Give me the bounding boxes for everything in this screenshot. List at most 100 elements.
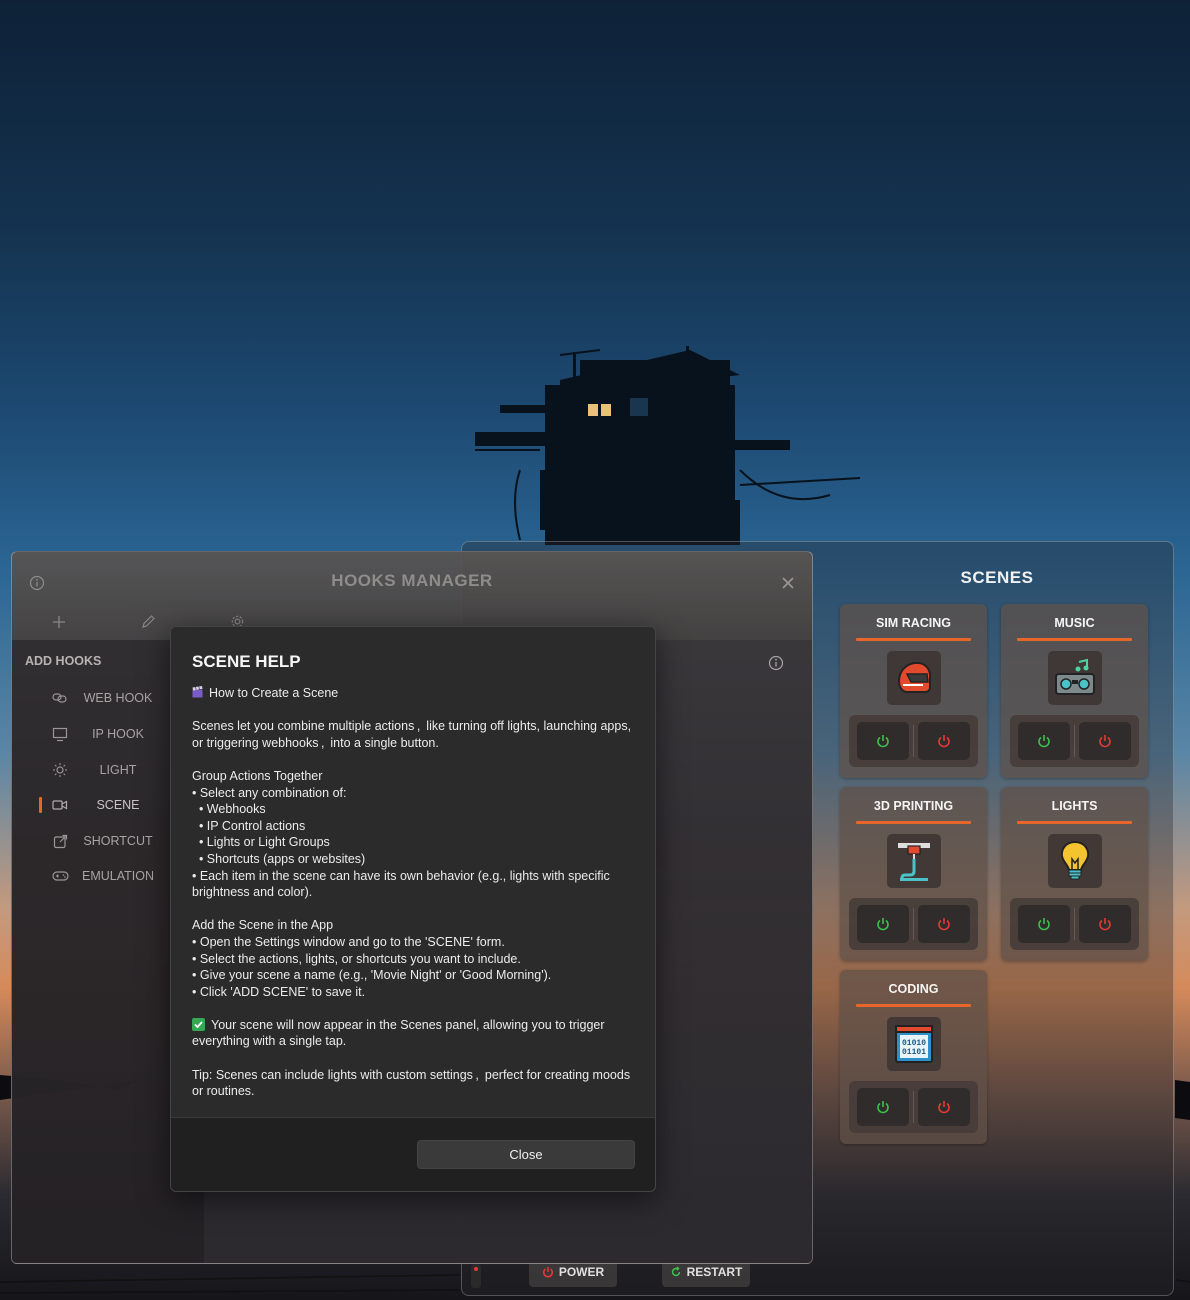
add-line: • Click 'ADD SCENE' to save it. xyxy=(192,984,366,999)
group-line: brightness and color). xyxy=(192,885,313,900)
close-button[interactable]: Close xyxy=(417,1140,635,1169)
gamepad-icon xyxy=(50,870,70,882)
restart-icon xyxy=(671,1266,680,1277)
scene-name: 3D PRINTING xyxy=(873,799,954,813)
group-line: • IP Control actions xyxy=(192,818,306,833)
add-line: • Select the actions, lights, or shortcu… xyxy=(192,951,521,966)
monitor-icon xyxy=(50,727,70,742)
scene-card-coding: CODING 01010 01101 xyxy=(840,970,987,1144)
add-heading: Add the Scene in the App xyxy=(192,918,334,933)
active-indicator xyxy=(39,797,42,813)
scene-card-3d-printing: 3D PRINTING xyxy=(840,787,987,961)
scene-on-button[interactable] xyxy=(857,1088,909,1126)
button-divider xyxy=(1074,908,1075,940)
scene-on-button[interactable] xyxy=(857,905,909,943)
restart-label: RESTART xyxy=(686,1265,743,1279)
power-label: POWER xyxy=(558,1265,605,1279)
nav-label: SHORTCUT xyxy=(83,834,153,848)
hooks-manager-title: HOOKS MANAGER xyxy=(331,571,493,590)
scene-underline xyxy=(1017,821,1132,824)
light-bulb-icon xyxy=(1048,834,1102,888)
button-divider xyxy=(913,725,914,757)
sun-icon xyxy=(50,762,70,778)
power-on-icon xyxy=(877,1101,889,1114)
svg-text:01010: 01010 xyxy=(902,1039,926,1048)
power-on-icon xyxy=(1038,918,1050,931)
scene-name: CODING xyxy=(888,982,939,996)
scene-name: LIGHTS xyxy=(1051,799,1098,813)
pencil-icon[interactable] xyxy=(141,614,156,629)
scene-on-button[interactable] xyxy=(1018,905,1070,943)
scene-underline xyxy=(856,1004,971,1007)
info-icon[interactable] xyxy=(768,655,784,671)
button-divider xyxy=(913,1091,914,1123)
scene-underline xyxy=(856,821,971,824)
group-line: • Lights or Light Groups xyxy=(192,835,330,850)
scene-on-button[interactable] xyxy=(1018,722,1070,760)
close-icon[interactable] xyxy=(781,576,795,590)
nav-label: LIGHT xyxy=(99,763,137,777)
group-line: • Shortcuts (apps or websites) xyxy=(192,851,366,866)
racing-helmet-icon xyxy=(887,651,941,705)
scene-buttons xyxy=(1010,898,1139,950)
scene-on-button[interactable] xyxy=(857,722,909,760)
check-mark-icon xyxy=(192,1017,205,1031)
3d-printer-icon xyxy=(887,834,941,888)
power-off-icon xyxy=(1099,918,1111,931)
link-icon xyxy=(50,692,70,704)
scene-off-button[interactable] xyxy=(918,1088,970,1126)
power-off-icon xyxy=(938,735,950,748)
scene-off-button[interactable] xyxy=(918,905,970,943)
binary-code-icon: 01010 01101 xyxy=(887,1017,941,1071)
group-line: • Webhooks xyxy=(192,802,266,817)
dialog-subtitle-line: How to Create a Scene xyxy=(192,685,642,702)
power-on-icon xyxy=(1038,735,1050,748)
scene-underline xyxy=(856,638,971,641)
intro-line-2: or triggering webhooks , into a single b… xyxy=(192,735,439,750)
power-icon xyxy=(542,1266,553,1278)
add-line: • Open the Settings window and go to the… xyxy=(192,934,505,949)
power-off-icon xyxy=(1099,735,1111,748)
scenes-title: SCENES xyxy=(960,568,1034,587)
nav-label: WEB HOOK xyxy=(83,691,153,705)
dialog-footer: Close xyxy=(171,1117,655,1191)
svg-text:01101: 01101 xyxy=(902,1048,926,1057)
nav-label: EMULATION xyxy=(82,869,154,883)
result-line-2: everything with a single tap. xyxy=(192,1034,347,1049)
add-hooks-heading: ADD HOOKS xyxy=(25,654,102,668)
dialog-body: How to Create a Scene Scenes let you com… xyxy=(192,685,642,1100)
plus-icon[interactable] xyxy=(52,615,66,629)
tip-line-1: Tip: Scenes can include lights with cust… xyxy=(192,1067,631,1082)
video-camera-icon xyxy=(50,799,70,811)
group-line: • Each item in the scene can have its ow… xyxy=(192,868,610,883)
dialog-title: SCENE HELP xyxy=(192,652,301,671)
external-link-icon xyxy=(50,834,70,849)
scene-off-button[interactable] xyxy=(1079,722,1131,760)
scene-card-lights: LIGHTS xyxy=(1001,787,1148,961)
intro-line-1: Scenes let you combine multiple actions … xyxy=(192,719,632,734)
scene-help-dialog: SCENE HELP How to Create a Scene Scenes … xyxy=(170,626,656,1192)
scene-name: MUSIC xyxy=(1054,616,1095,630)
status-indicator xyxy=(471,1264,481,1288)
boombox-icon xyxy=(1048,651,1102,705)
dialog-subtitle: How to Create a Scene xyxy=(209,686,339,700)
scene-name: SIM RACING xyxy=(876,616,951,630)
scene-buttons xyxy=(1010,715,1139,767)
group-line: • Select any combination of: xyxy=(192,785,347,800)
scene-off-button[interactable] xyxy=(1079,905,1131,943)
scene-off-button[interactable] xyxy=(918,722,970,760)
power-on-icon xyxy=(877,735,889,748)
scene-buttons xyxy=(849,898,978,950)
button-divider xyxy=(913,908,914,940)
scene-buttons xyxy=(849,715,978,767)
tip-line-2: or routines. xyxy=(192,1084,255,1099)
power-off-icon xyxy=(938,918,950,931)
add-line: • Give your scene a name (e.g., 'Movie N… xyxy=(192,968,552,983)
clapperboard-icon xyxy=(192,686,203,698)
group-heading: Group Actions Together xyxy=(192,768,323,783)
scene-buttons xyxy=(849,1081,978,1133)
